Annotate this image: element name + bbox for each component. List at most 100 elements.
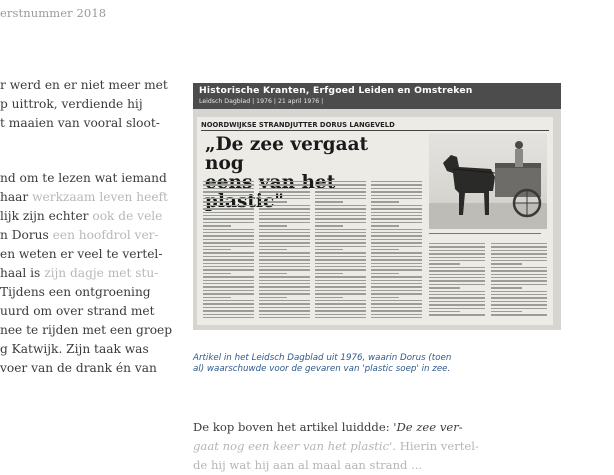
article-text-line xyxy=(203,300,254,302)
article-text-line xyxy=(371,317,422,319)
article-text-line xyxy=(429,287,460,289)
article-text-line xyxy=(259,252,310,254)
article-text-line xyxy=(203,310,254,312)
article-text-line xyxy=(203,283,254,285)
left-line: haar werkzaam leven heeft xyxy=(0,190,168,204)
article-text-line xyxy=(371,225,400,227)
right-text-column: De kop boven het artikel luiddde: 'De ze… xyxy=(193,418,614,475)
article-text-line xyxy=(203,272,232,275)
article-text-line xyxy=(259,198,310,200)
article-text-line xyxy=(259,242,310,244)
article-text-line xyxy=(371,276,422,278)
article-text-line xyxy=(371,232,422,234)
article-text-line xyxy=(491,249,547,252)
clipping-meta: Leidsch Dagblad | 1976 | 21 april 1976 | xyxy=(199,98,324,105)
article-text-line xyxy=(203,191,254,193)
article-text-line xyxy=(203,228,254,230)
article-text-line xyxy=(429,297,485,299)
article-text-line xyxy=(315,310,366,312)
article-text-line xyxy=(315,208,366,210)
article-text-line xyxy=(429,307,485,309)
article-text-line xyxy=(429,249,485,252)
article-text-line xyxy=(315,296,344,298)
left-line: p uittrok, verdiende hij xyxy=(0,97,143,111)
article-text-line xyxy=(491,297,547,299)
article-text-line xyxy=(371,198,422,200)
article-text-line xyxy=(259,279,310,281)
clipping-title-bar: Historische Kranten, Erfgoed Leiden en O… xyxy=(193,83,561,109)
article-text-line xyxy=(371,286,422,288)
article-text-line xyxy=(371,181,422,183)
article-text-line xyxy=(259,187,310,190)
right-line: gaat nog een keer van het plastic'. Hier… xyxy=(193,439,479,453)
article-text-line xyxy=(491,314,547,316)
left-line: uurd om over strand met xyxy=(0,304,155,318)
left-text-column: r werd en er niet meer met p uittrok, ve… xyxy=(0,76,176,378)
article-text-line xyxy=(259,262,310,264)
article-text-line xyxy=(315,255,366,258)
left-line: haal is zijn dagje met stu- xyxy=(0,266,159,280)
article-text-line xyxy=(429,283,485,286)
article-text-line xyxy=(203,266,254,268)
article-text-line xyxy=(315,245,366,247)
article-text-line xyxy=(371,300,422,302)
article-text-line xyxy=(259,269,310,271)
article-text-line xyxy=(371,272,400,275)
left-line: nd om te lezen wat iemand xyxy=(0,171,167,185)
article-text-line xyxy=(491,260,547,262)
article-text-line xyxy=(371,252,422,254)
article-text-line xyxy=(429,256,485,258)
article-text-line xyxy=(371,208,422,210)
article-text-line xyxy=(203,252,254,254)
clipping-title: Historische Kranten, Erfgoed Leiden en O… xyxy=(199,85,473,96)
article-text-line xyxy=(203,204,254,207)
article-text-line xyxy=(315,306,366,309)
article-text-line xyxy=(491,280,547,282)
article-text-line xyxy=(491,304,547,306)
article-text-line xyxy=(371,293,422,295)
article-text-line xyxy=(371,184,422,186)
article-text-line xyxy=(491,273,547,275)
article-text-line xyxy=(371,303,422,305)
article-text-line xyxy=(203,245,254,247)
article-text-line xyxy=(315,286,366,288)
article-text-line xyxy=(371,259,422,261)
article-text-line xyxy=(371,228,422,230)
article-text-line xyxy=(491,277,547,279)
article-text-line xyxy=(203,279,254,281)
left-line: Tijdens een ontgroening xyxy=(0,285,151,299)
article-text-line xyxy=(429,304,485,306)
article-text-line xyxy=(491,243,547,245)
article-text-line xyxy=(259,276,310,278)
article-text-line xyxy=(491,266,547,269)
article-text-line xyxy=(259,194,310,196)
article-text-line xyxy=(371,289,422,292)
article-text-line xyxy=(203,232,254,234)
article-text-line xyxy=(429,243,485,245)
article-text-line xyxy=(315,235,366,237)
article-text-line xyxy=(259,245,310,247)
article-text-line xyxy=(203,242,254,244)
article-text-line xyxy=(429,290,485,292)
article-text-line xyxy=(259,306,310,309)
left-line: en weten er veel te vertel- xyxy=(0,247,163,261)
article-text-line xyxy=(371,255,422,258)
article-text-line xyxy=(315,187,366,190)
article-text-line xyxy=(315,225,344,227)
article-text-line xyxy=(203,218,254,220)
article-text-line xyxy=(259,286,310,288)
article-text-line xyxy=(315,272,344,275)
article-text-line xyxy=(259,255,310,258)
article-text-line xyxy=(203,313,254,315)
newspaper-page: NOORDWIJKSE STRANDJUTTER DORUS LANGEVELD… xyxy=(197,117,553,325)
article-text-line xyxy=(259,181,310,183)
image-caption: Artikel in het Leidsch Dagblad uit 1976,… xyxy=(193,353,452,374)
article-text-line xyxy=(371,201,400,203)
article-text-line xyxy=(315,269,366,271)
article-text-line xyxy=(491,246,547,248)
left-line: g Katwijk. Zijn taak was xyxy=(0,342,149,356)
clipping-strapline: NOORDWIJKSE STRANDJUTTER DORUS LANGEVELD xyxy=(201,121,395,129)
article-text-line xyxy=(371,218,422,220)
article-text-line xyxy=(259,235,310,237)
article-text-line xyxy=(259,272,288,275)
